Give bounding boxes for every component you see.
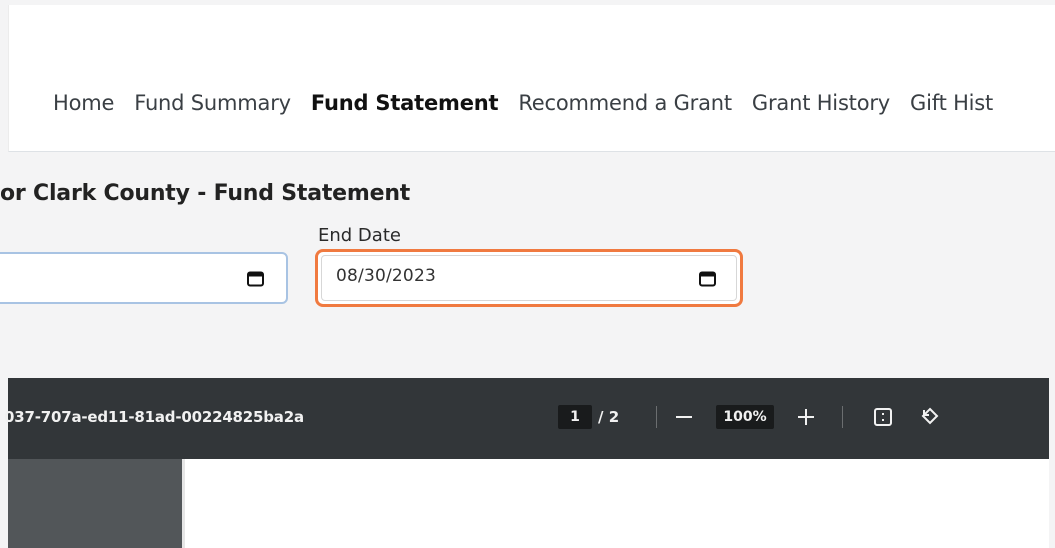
page-title: or Clark County - Fund Statement bbox=[0, 181, 411, 206]
calendar-icon[interactable] bbox=[699, 271, 716, 287]
page: Home Fund Summary Fund Statement Recomme… bbox=[0, 0, 1055, 548]
zoom-in-icon[interactable] bbox=[797, 408, 815, 426]
nav-home[interactable]: Home bbox=[53, 89, 114, 117]
nav-fund-summary[interactable]: Fund Summary bbox=[134, 89, 291, 117]
page-total: / 2 bbox=[598, 408, 620, 426]
nav-recommend-grant[interactable]: Recommend a Grant bbox=[518, 89, 732, 117]
fit-page-icon[interactable] bbox=[874, 408, 892, 426]
page-number-input[interactable]: 1 bbox=[558, 405, 592, 429]
start-date-input[interactable] bbox=[0, 252, 288, 304]
top-navigation-bar: Home Fund Summary Fund Statement Recomme… bbox=[8, 5, 1055, 152]
zoom-out-icon[interactable] bbox=[676, 416, 692, 418]
main-nav: Home Fund Summary Fund Statement Recomme… bbox=[53, 89, 1013, 117]
toolbar-divider bbox=[656, 406, 657, 428]
end-date-value: 08/30/2023 bbox=[336, 266, 436, 286]
pdf-page-edge bbox=[182, 459, 185, 548]
pdf-sidebar bbox=[8, 459, 182, 548]
nav-grant-history[interactable]: Grant History bbox=[752, 89, 890, 117]
end-date-label: End Date bbox=[318, 225, 401, 246]
end-date-input[interactable]: 08/30/2023 bbox=[315, 249, 743, 307]
nav-gift-history[interactable]: Gift Hist bbox=[910, 89, 993, 117]
pdf-viewer-toolbar: 037-707a-ed11-81ad-00224825ba2a 1 / 2 10… bbox=[4, 378, 1049, 459]
zoom-level-input[interactable]: 100% bbox=[716, 405, 774, 429]
calendar-icon[interactable] bbox=[247, 271, 264, 287]
pdf-filename: 037-707a-ed11-81ad-00224825ba2a bbox=[4, 408, 304, 426]
rotate-icon[interactable] bbox=[920, 406, 940, 426]
toolbar-divider bbox=[842, 406, 843, 428]
nav-fund-statement[interactable]: Fund Statement bbox=[311, 89, 499, 117]
